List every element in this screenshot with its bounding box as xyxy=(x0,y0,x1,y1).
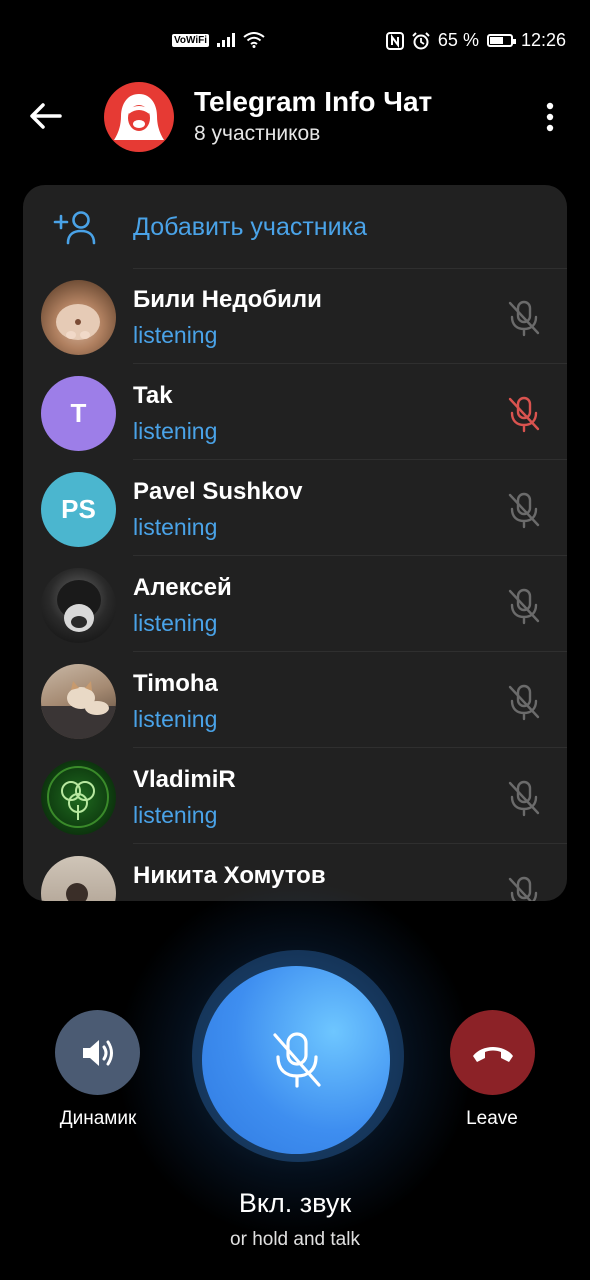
avatar xyxy=(41,856,116,901)
mic-muted-icon[interactable] xyxy=(507,588,541,626)
battery-icon xyxy=(486,34,516,47)
add-member-label: Добавить участника xyxy=(133,213,367,241)
participant-status: listening xyxy=(133,418,218,444)
mic-muted-icon[interactable] xyxy=(507,684,541,722)
battery-percent: 65 % xyxy=(437,30,479,50)
leave-button[interactable] xyxy=(450,1010,535,1095)
avatar xyxy=(41,664,116,739)
mic-muted-icon[interactable] xyxy=(507,300,541,338)
status-bar: VoWiFi 65 % 12:26 xyxy=(0,0,590,86)
participant-status: listening xyxy=(133,898,217,901)
alarm-icon xyxy=(412,31,430,49)
hold-to-talk-hint: or hold and talk xyxy=(230,1229,360,1250)
participant-row[interactable]: PS Pavel Sushkov listening xyxy=(23,460,567,556)
shamrock-photo-icon xyxy=(47,766,109,828)
mic-off-icon xyxy=(273,1032,321,1088)
back-arrow-icon[interactable] xyxy=(26,96,66,136)
mic-muted-red-icon[interactable] xyxy=(507,396,541,434)
participant-row[interactable]: Timoha listening xyxy=(23,652,567,748)
signal-icon xyxy=(217,33,236,47)
avatar xyxy=(41,568,116,643)
add-user-icon xyxy=(53,211,96,245)
participant-status: listening xyxy=(133,322,218,348)
speaker-button[interactable] xyxy=(55,1010,140,1095)
participant-name: Алексей xyxy=(133,574,232,601)
avatar: T xyxy=(41,376,116,451)
clock: 12:26 xyxy=(520,30,566,50)
vowifi-badge: VoWiFi xyxy=(172,33,210,47)
avatar xyxy=(41,760,116,835)
avatar-initials: PS xyxy=(61,494,96,524)
participant-status: listening xyxy=(133,610,218,636)
unmute-label: Вкл. звук xyxy=(238,1188,352,1218)
status-left: VoWiFi xyxy=(172,32,265,48)
participant-row[interactable]: T Tak listening xyxy=(23,364,567,460)
cat-photo-icon xyxy=(41,681,116,739)
participant-name: Tak xyxy=(133,382,173,409)
leave-label: Leave xyxy=(466,1108,518,1129)
avatar xyxy=(41,280,116,355)
mic-muted-icon[interactable] xyxy=(507,780,541,818)
status-right: 65 % 12:26 xyxy=(385,30,566,51)
participant-row[interactable]: VladimiR listening xyxy=(23,748,567,844)
participant-status: listening xyxy=(133,514,218,540)
character-photo-icon xyxy=(57,580,101,632)
add-member-button[interactable]: Добавить участника xyxy=(23,185,567,269)
wifi-icon xyxy=(243,32,265,48)
participant-name: Timoha xyxy=(133,670,218,697)
participant-row[interactable]: Алексей listening xyxy=(23,556,567,652)
nfc-icon xyxy=(385,31,404,50)
chat-avatar[interactable] xyxy=(104,82,174,152)
person-photo-icon xyxy=(66,883,88,901)
hang-up-icon xyxy=(473,1047,513,1062)
participant-name: Били Недобили xyxy=(133,286,322,313)
avatar: PS xyxy=(41,472,116,547)
more-options-icon[interactable] xyxy=(538,100,562,134)
participant-row[interactable]: Били Недобили listening xyxy=(23,268,567,364)
participant-status: listening xyxy=(133,802,218,828)
participants-panel[interactable]: Добавить участника Били Недобили listeni… xyxy=(23,185,567,901)
participant-status: listening xyxy=(133,706,218,732)
avatar-initials: T xyxy=(70,398,87,428)
hamster-photo-icon xyxy=(56,304,100,340)
chat-title[interactable]: Telegram Info Чат xyxy=(194,86,432,118)
participant-count: 8 участников xyxy=(194,122,321,145)
chat-logo-icon xyxy=(114,94,164,140)
mic-muted-icon[interactable] xyxy=(507,876,541,901)
mic-muted-icon[interactable] xyxy=(507,492,541,530)
speaker-label: Динамик xyxy=(59,1108,137,1129)
speaker-icon xyxy=(83,1040,113,1066)
participant-name: Pavel Sushkov xyxy=(133,478,303,505)
participant-name: VladimiR xyxy=(133,766,236,793)
